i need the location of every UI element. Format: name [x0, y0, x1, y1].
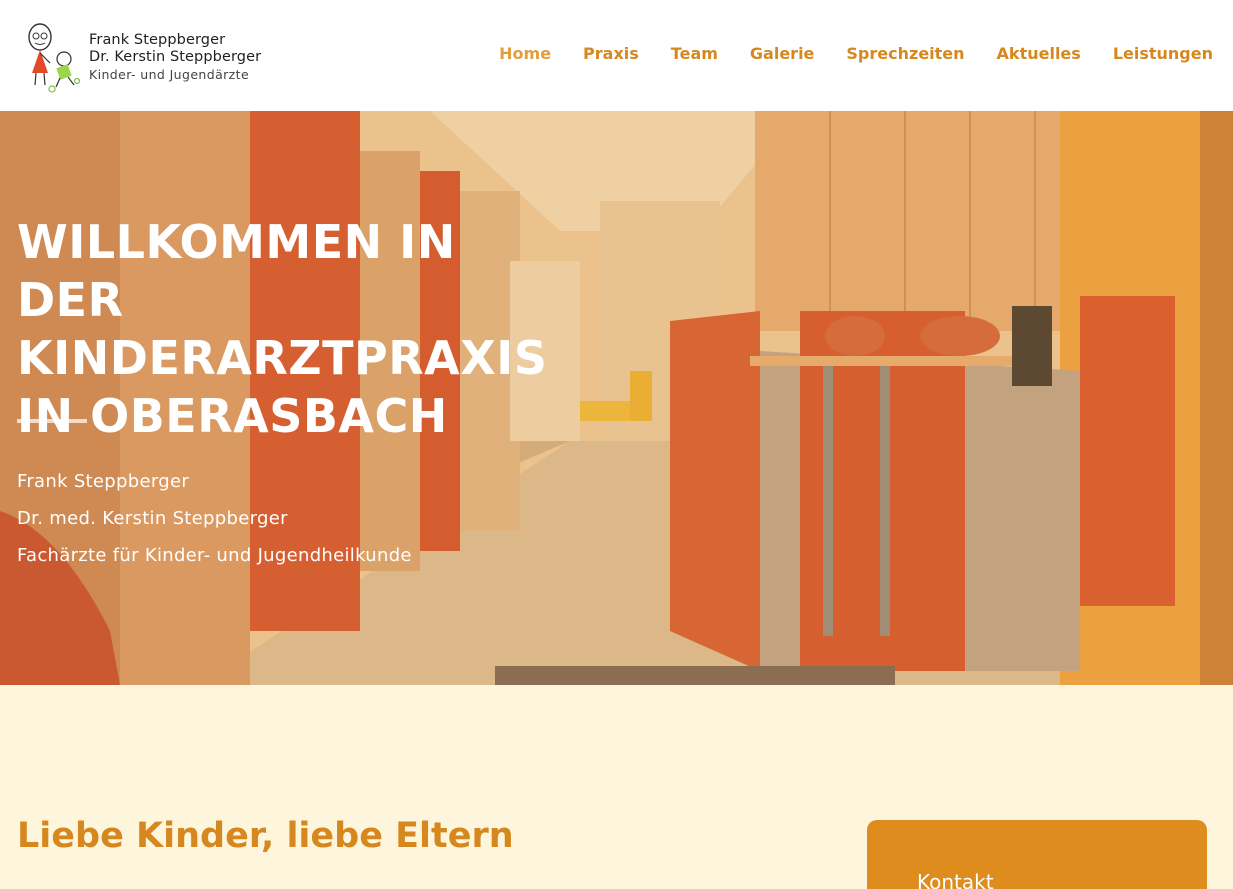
hero-subtitle: Frank Steppberger Dr. med. Kerstin Stepp… [17, 463, 412, 574]
contact-label: Kontakt [917, 870, 994, 889]
logo-name-1: Frank Steppberger [89, 31, 226, 48]
logo-name-2: Dr. Kerstin Steppberger [89, 48, 262, 65]
hero-banner: WILLKOMMEN IN DER KINDERARZTPRAXIS IN OB… [0, 111, 1233, 685]
nav-sprechzeiten[interactable]: Sprechzeiten [846, 42, 964, 66]
nav-galerie[interactable]: Galerie [750, 42, 815, 66]
hero-doctor-1: Frank Steppberger [17, 471, 190, 492]
hero-title-line-3: IN OBERASBACH [17, 389, 448, 443]
hero-divider [17, 419, 87, 423]
hero-doctor-2: Dr. med. Kerstin Steppberger [17, 508, 288, 529]
contact-card[interactable]: Kontakt [867, 820, 1207, 889]
hero-title-line-2: KINDERARZTPRAXIS [17, 331, 548, 385]
hero-specialty: Fachärzte für Kinder- und Jugendheilkund… [17, 545, 412, 566]
nav-aktuelles[interactable]: Aktuelles [997, 42, 1081, 66]
site-header: Frank Steppberger Dr. Kerstin Steppberge… [0, 0, 1233, 111]
nav-home[interactable]: Home [499, 42, 551, 66]
hero-title: WILLKOMMEN IN DER KINDERARZTPRAXIS IN OB… [17, 213, 577, 445]
nav-team[interactable]: Team [671, 42, 718, 66]
hero-title-line-1: WILLKOMMEN IN DER [17, 215, 456, 327]
main-navigation: Home Praxis Team Galerie Sprechzeiten Ak… [467, 42, 1213, 66]
nav-leistungen[interactable]: Leistungen [1113, 42, 1213, 66]
children-drawing-logo-icon [22, 21, 86, 93]
logo-tagline: Kinder- und Jugendärzte [89, 66, 250, 82]
welcome-heading: Liebe Kinder, liebe Eltern [17, 816, 514, 856]
site-logo[interactable]: Frank Steppberger Dr. Kerstin Steppberge… [22, 20, 272, 94]
nav-praxis[interactable]: Praxis [583, 42, 639, 66]
